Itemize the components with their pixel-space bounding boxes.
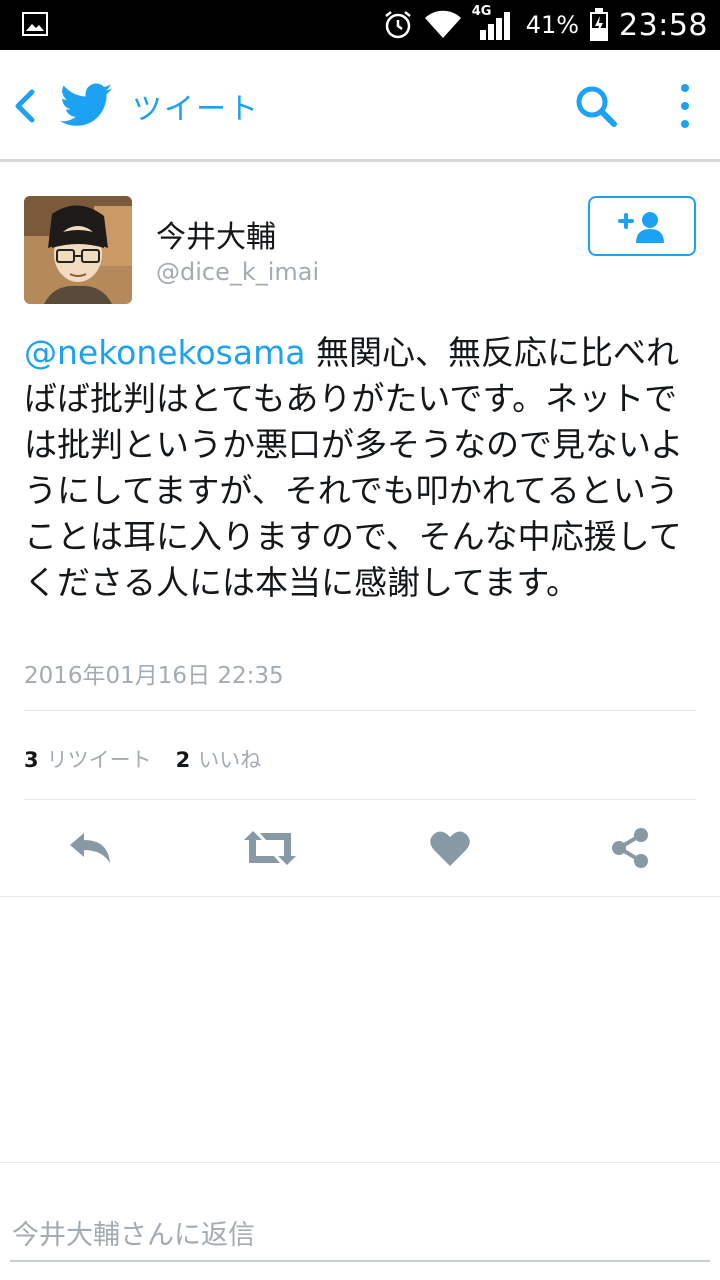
follow-button[interactable] bbox=[588, 196, 696, 256]
wifi-icon bbox=[424, 10, 461, 39]
avatar[interactable] bbox=[24, 196, 132, 304]
tweet-timestamp: 2016年01月16日 22:35 bbox=[24, 663, 284, 689]
battery-icon bbox=[590, 8, 609, 41]
status-bar: 4G 41% 23:58 bbox=[0, 0, 720, 50]
alarm-icon bbox=[384, 11, 411, 39]
divider bbox=[0, 896, 720, 897]
page-title: ツイート bbox=[132, 92, 260, 127]
retweet-label[interactable]: リツイート bbox=[47, 744, 152, 774]
tweet-body: 無関心、無反応に比べればば批判はとてもありがたいです。ネットでは批判というか悪口… bbox=[24, 333, 684, 602]
share-icon bbox=[612, 828, 648, 868]
like-button[interactable] bbox=[428, 824, 472, 872]
divider bbox=[24, 799, 696, 800]
reply-box bbox=[0, 1190, 720, 1280]
divider bbox=[24, 710, 696, 711]
app-bar: ツイート bbox=[0, 50, 720, 162]
mention-link[interactable]: @nekonekosama bbox=[24, 333, 305, 372]
retweet-button[interactable] bbox=[242, 824, 298, 872]
back-icon[interactable] bbox=[12, 88, 38, 124]
author-name[interactable]: 今井大輔 bbox=[156, 212, 276, 256]
author-handle[interactable]: @dice_k_imai bbox=[156, 258, 319, 286]
like-count[interactable]: 2 bbox=[176, 748, 191, 772]
avatar-illustration bbox=[24, 196, 132, 304]
clock: 23:58 bbox=[619, 7, 708, 43]
reply-input[interactable] bbox=[10, 1210, 710, 1262]
divider bbox=[0, 1162, 720, 1163]
reply-icon bbox=[70, 833, 110, 863]
tweet-stats: 3 リツイート 2 いいね bbox=[24, 744, 285, 774]
tweet-text: @nekonekosama 無関心、無反応に比べればば批判はとてもありがたいです… bbox=[24, 330, 700, 606]
tweet-actions bbox=[0, 824, 720, 872]
more-vert-icon[interactable] bbox=[672, 82, 698, 130]
signal-indicator: 4G bbox=[472, 4, 516, 42]
like-label[interactable]: いいね bbox=[198, 744, 261, 774]
heart-icon bbox=[430, 831, 470, 866]
retweet-icon bbox=[244, 831, 296, 865]
reply-button[interactable] bbox=[64, 824, 116, 872]
signal-icon bbox=[479, 12, 510, 40]
image-icon bbox=[22, 12, 48, 36]
retweet-count[interactable]: 3 bbox=[24, 748, 39, 772]
follow-add-user-icon bbox=[618, 212, 664, 243]
twitter-bird-icon[interactable] bbox=[60, 82, 112, 128]
share-button[interactable] bbox=[608, 824, 652, 872]
search-icon[interactable] bbox=[572, 82, 620, 130]
battery-percent: 41% bbox=[525, 11, 580, 39]
